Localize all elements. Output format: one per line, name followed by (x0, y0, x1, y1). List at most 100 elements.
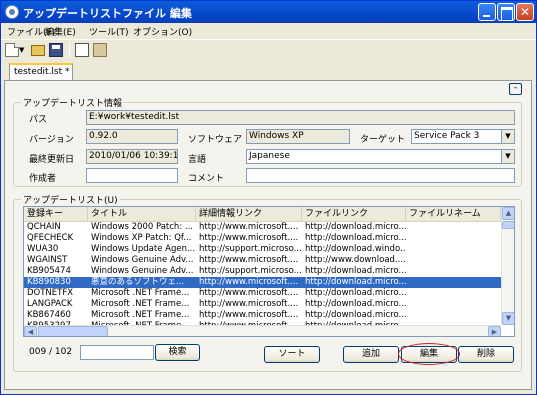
cell-file-link: http://download.windo... (305, 244, 406, 254)
update-list[interactable]: 登録キー タイトル 詳細情報リンク ファイルリンク ファイルリネーム QCHAI… (23, 206, 515, 337)
column-header-file-link[interactable]: ファイルリンク (302, 207, 406, 222)
window-title: アップデートリストファイル 編集 (23, 7, 192, 20)
item-count: 009 / 102 (29, 347, 73, 357)
delete-button[interactable]: 削除 (458, 346, 514, 363)
cell-key: WUA30 (27, 244, 59, 254)
maximize-button[interactable] (497, 3, 515, 21)
comment-field[interactable] (246, 168, 515, 183)
list-group-legend: アップデートリスト(U) (21, 193, 120, 206)
horizontal-scroll-thumb[interactable] (38, 326, 108, 336)
version-field: 0.92.0 (86, 129, 178, 144)
cell-key: LANGPACK (27, 299, 73, 309)
menu-edit[interactable]: 編集(E) (45, 25, 76, 38)
copy-icon[interactable] (75, 43, 89, 57)
table-row[interactable]: WUA30 Windows Update Agen... http://suppor… (24, 244, 501, 255)
target-select[interactable]: Service Pack 3 ▼ (411, 129, 515, 144)
cell-title: Microsoft .NET Frame... (91, 288, 190, 298)
cell-key: KB890830 (27, 277, 71, 287)
search-input[interactable] (80, 345, 154, 360)
chevron-down-icon[interactable]: ▼ (501, 150, 514, 163)
cell-file-rename (406, 310, 501, 321)
info-group-legend: アップデートリスト情報 (21, 96, 125, 109)
cell-info-link: http://www.microsoft.... (199, 277, 299, 287)
cell-file-rename (406, 233, 501, 244)
cell-info-link: http://www.microsoft.... (199, 255, 299, 265)
cell-info-link: http://www.microsoft.... (199, 222, 299, 232)
vertical-scroll-thumb[interactable] (502, 221, 514, 229)
menu-options[interactable]: オプション(O) (133, 25, 192, 38)
cell-title: Windows Genuine Adv... (91, 266, 194, 276)
horizontal-scrollbar[interactable]: ◀ ▶ (24, 325, 501, 336)
toolbar: ▼ (1, 39, 536, 59)
cell-file-rename (406, 222, 501, 233)
table-row[interactable]: QFECHECK Windows XP Patch: Qf... http://ww… (24, 233, 501, 244)
cell-key: KB905474 (27, 266, 71, 276)
cell-info-link: http://www.microsoft.... (199, 233, 299, 243)
target-label: ターゲット (360, 135, 406, 145)
cell-file-rename (406, 277, 501, 288)
column-header-key[interactable]: 登録キー (24, 207, 88, 222)
close-button[interactable]: ✕ (516, 3, 534, 21)
cell-file-link: http://download.micro... (305, 288, 406, 298)
cell-file-rename (406, 288, 501, 299)
language-select[interactable]: Japanese ▼ (246, 149, 515, 164)
column-header-title[interactable]: タイトル (88, 207, 196, 222)
collapse-button[interactable]: - (509, 83, 522, 95)
title-bar[interactable]: アップデートリストファイル 編集 ✕ (1, 1, 536, 23)
cell-title: 悪意のあるソフトウェ... (91, 277, 185, 287)
cell-key: QFECHECK (27, 233, 74, 243)
menu-bar: ファイル(F) 編集(E) ツール(T) オプション(O) (1, 23, 536, 39)
cell-file-rename (406, 266, 501, 277)
toolbar-separator (69, 42, 70, 58)
cell-title: Windows Update Agen... (91, 244, 196, 254)
chevron-down-icon[interactable]: ▼ (501, 130, 514, 143)
app-icon (5, 5, 19, 19)
path-label: パス (29, 115, 48, 125)
minimize-button[interactable] (478, 3, 496, 21)
sort-button[interactable]: ソート (264, 346, 320, 363)
scroll-up-icon[interactable]: ▲ (502, 207, 514, 220)
column-header-info-link[interactable]: 詳細情報リンク (196, 207, 302, 222)
author-field[interactable] (86, 168, 178, 183)
table-row[interactable]: QCHAIN Windows 2000 Patch: ... http://www.… (24, 222, 501, 233)
scroll-right-icon[interactable]: ▶ (488, 326, 501, 336)
comment-label: コメント (188, 174, 225, 184)
table-row[interactable]: KB905474 Windows Genuine Adv... http://sup… (24, 266, 501, 277)
list-rows: QCHAIN Windows 2000 Patch: ... http://www.… (24, 222, 501, 325)
dropdown-arrow-icon[interactable]: ▼ (19, 46, 25, 60)
search-button[interactable]: 検索 (155, 344, 200, 361)
cell-file-link: http://download.micro... (305, 310, 406, 320)
open-folder-icon[interactable] (31, 45, 45, 56)
add-button[interactable]: 追加 (343, 346, 399, 363)
tab-testedit[interactable]: testedit.lst * (9, 63, 73, 81)
column-header-file-rename[interactable]: ファイルリネーム (406, 207, 501, 222)
edit-button[interactable]: 編集 (401, 346, 457, 363)
app-window: アップデートリストファイル 編集 ✕ ファイル(F) 編集(E) ツール(T) … (0, 0, 537, 395)
target-value: Service Pack 3 (414, 131, 480, 141)
cell-title: Windows 2000 Patch: ... (91, 222, 193, 232)
cell-file-rename (406, 299, 501, 310)
paste-icon[interactable] (93, 43, 107, 57)
cell-file-link: http://download.micro... (305, 222, 406, 232)
table-row[interactable]: WGAINST Windows Genuine Adv... http://www.… (24, 255, 501, 266)
updated-label: 最終更新日 (29, 155, 75, 165)
menu-tools[interactable]: ツール(T) (89, 25, 129, 38)
cell-file-link: http://download.micro... (305, 266, 406, 276)
cell-key: WGAINST (27, 255, 68, 265)
scroll-left-icon[interactable]: ◀ (24, 326, 37, 336)
cell-info-link: http://www.microsoft.... (199, 299, 299, 309)
save-icon[interactable] (49, 43, 63, 57)
new-file-icon[interactable] (5, 43, 19, 57)
list-header: 登録キー タイトル 詳細情報リンク ファイルリンク ファイルリネーム (24, 207, 501, 222)
table-row[interactable]: KB867460 Microsoft .NET Frame... http://ww… (24, 310, 501, 321)
updated-field: 2010/01/06 10:39:12 (86, 149, 178, 164)
scroll-down-icon[interactable]: ▼ (502, 312, 514, 325)
cell-file-link: http://download.micro... (305, 233, 406, 243)
table-row[interactable]: KB890830 悪意のあるソフトウェ... http://www.microsof… (24, 277, 501, 288)
cell-info-link: http://support.microso... (199, 266, 302, 276)
table-row[interactable]: LANGPACK Microsoft .NET Frame... http://ww… (24, 299, 501, 310)
cell-title: Windows XP Patch: Qf... (91, 233, 192, 243)
table-row[interactable]: DOTNETFX Microsoft .NET Frame... http://ww… (24, 288, 501, 299)
cell-key: DOTNETFX (27, 288, 74, 298)
vertical-scrollbar[interactable]: ▲ ▼ (501, 207, 514, 325)
